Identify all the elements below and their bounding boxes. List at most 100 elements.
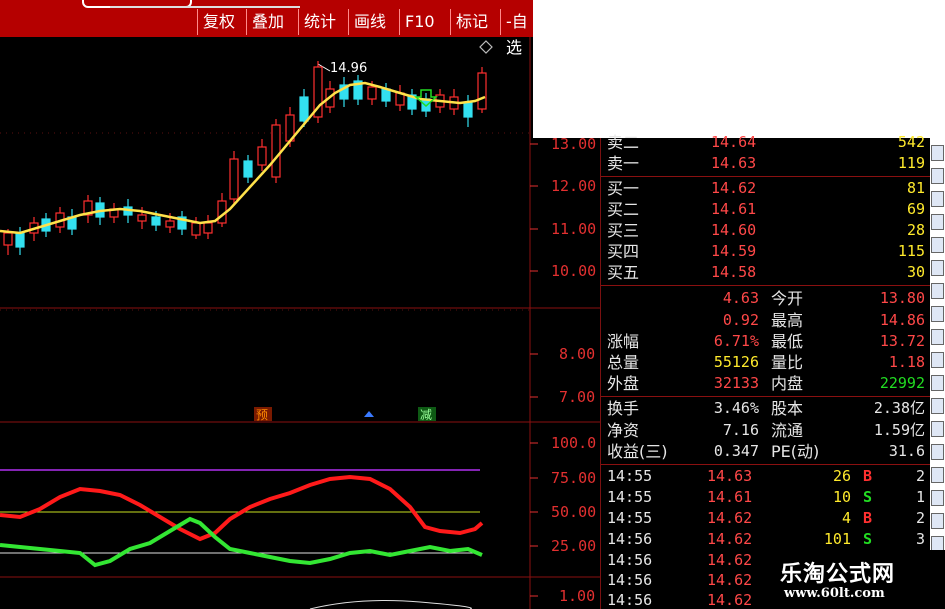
chart-area[interactable]: 14.96 13.00 12.00 11.00 10.00 8.00 7.00	[0, 37, 600, 609]
fundamental-label: 股本	[771, 399, 804, 418]
tick-price: 14.63	[707, 467, 753, 485]
f10-button[interactable]: F10	[399, 9, 440, 35]
watermark: 乐淘公式网 www.60lt.com	[766, 550, 945, 609]
ask-price: 14.64	[711, 133, 757, 151]
watermark-name: 乐淘公式网	[780, 561, 896, 587]
draw-line-button[interactable]: 画线	[348, 9, 391, 35]
tick-side: B	[863, 509, 873, 527]
diamond-icon[interactable]	[479, 40, 493, 54]
candle-body	[243, 160, 253, 178]
statistics-button[interactable]: 统计	[298, 9, 341, 35]
volume-tick: 7.00	[559, 388, 595, 406]
ask-label: 卖一	[607, 154, 640, 173]
tick-volume: 26	[832, 467, 851, 485]
tick-time: 14:56	[607, 571, 653, 589]
bid-price: 14.59	[711, 242, 757, 260]
tick-row[interactable]: 14:55 14.62 4 B 2	[601, 508, 931, 529]
stat-row: 4.63 今开 13.80	[601, 288, 931, 309]
overlay-button[interactable]: 叠加	[246, 9, 289, 35]
tool-icon[interactable]	[931, 191, 944, 207]
candle-body	[477, 72, 487, 110]
tool-icon[interactable]	[931, 168, 944, 184]
indicator-tick: 50.00	[551, 503, 596, 521]
stat-row: 0.92 最高 14.86	[601, 310, 931, 331]
tick-price: 14.62	[707, 509, 753, 527]
tick-volume: 101	[823, 530, 851, 548]
order-book-ask-row[interactable]: 卖一 14.63 119	[601, 153, 931, 174]
tick-count: 1	[915, 488, 925, 506]
fundamental-row: 净资 7.16 流通 1.59亿	[601, 420, 931, 441]
price-tick: 13.00	[551, 135, 596, 153]
stat-value: 4.63	[722, 289, 759, 307]
tool-icon[interactable]	[931, 421, 944, 437]
tick-price: 14.62	[707, 530, 753, 548]
adjust-rights-button[interactable]: 复权	[197, 9, 240, 35]
fundamental-value: 0.347	[713, 442, 759, 460]
tick-price: 14.62	[707, 591, 753, 609]
tick-side: S	[863, 530, 873, 548]
tool-icon[interactable]	[931, 214, 944, 230]
stat-label: 涨幅	[607, 332, 640, 351]
tool-icon[interactable]	[931, 513, 944, 529]
fundamental-label: 净资	[607, 421, 640, 440]
tool-icon[interactable]	[931, 398, 944, 414]
tool-icon[interactable]	[931, 237, 944, 253]
tick-count: 3	[915, 530, 925, 548]
tick-row[interactable]: 14:55 14.63 26 B 2	[601, 466, 931, 487]
tool-icon[interactable]	[931, 145, 944, 161]
tick-time: 14:56	[607, 551, 653, 569]
tick-row[interactable]: 14:55 14.61 10 S 1	[601, 487, 931, 508]
candle-body	[165, 220, 175, 228]
kline-chart-svg[interactable]: 14.96 13.00 12.00 11.00 10.00 8.00 7.00	[0, 37, 600, 609]
candle-body	[137, 214, 147, 222]
mark-button[interactable]: 标记	[450, 9, 493, 35]
tool-icon[interactable]	[931, 260, 944, 276]
price-tick: 11.00	[551, 220, 596, 238]
stat-value: 22992	[879, 374, 925, 392]
price-axis: 13.00 12.00 11.00 10.00	[551, 135, 596, 280]
fundamental-label: 收益(三)	[607, 442, 668, 461]
stock-title-underline	[110, 0, 300, 8]
tool-icon[interactable]	[931, 352, 944, 368]
candle-body	[229, 158, 239, 200]
sub-indicator-line	[309, 600, 472, 609]
bid-volume: 81	[906, 179, 925, 197]
bid-label: 买五	[607, 263, 640, 282]
candle-body	[15, 232, 25, 248]
stat-value: 55126	[713, 353, 759, 371]
order-book-ask-row[interactable]: 卖二 14.64 542	[601, 132, 931, 153]
order-book-bid-row[interactable]: 买一 14.62 81	[601, 178, 931, 199]
tool-icon[interactable]	[931, 329, 944, 345]
order-book-bid-row[interactable]: 买四 14.59 115	[601, 241, 931, 262]
tick-side: S	[863, 488, 873, 506]
order-book-bid-row[interactable]: 买五 14.58 30	[601, 262, 931, 283]
watchlist-button[interactable]: -自选	[500, 9, 533, 57]
tick-volume: 10	[832, 488, 851, 506]
stat-row: 外盘 32133 内盘 22992	[601, 373, 931, 394]
tool-icon[interactable]	[931, 375, 944, 391]
ask-volume: 542	[897, 133, 925, 151]
high-marker: 14.96	[317, 61, 367, 76]
tool-icon[interactable]	[931, 444, 944, 460]
tool-icon[interactable]	[931, 306, 944, 322]
candle-body	[271, 124, 281, 178]
indicator-tick: 100.0	[551, 434, 596, 452]
order-book-bid-row[interactable]: 买二 14.61 69	[601, 199, 931, 220]
tick-count: 2	[915, 467, 925, 485]
indicator-tick: 25.00	[551, 537, 596, 555]
reduce-marker: 减	[420, 408, 432, 422]
tool-icon[interactable]	[931, 490, 944, 506]
ask-price: 14.63	[711, 154, 757, 172]
order-book-bid-row[interactable]: 买三 14.60 28	[601, 220, 931, 241]
tick-price: 14.62	[707, 551, 753, 569]
ask-volume: 119	[897, 154, 925, 172]
side-toolbar[interactable]	[930, 138, 945, 609]
tool-icon[interactable]	[931, 467, 944, 483]
tool-icon[interactable]	[931, 283, 944, 299]
fundamental-row: 换手 3.46% 股本 2.38亿	[601, 398, 931, 419]
tick-row[interactable]: 14:56 14.62 101 S 3	[601, 529, 931, 550]
bid-volume: 115	[897, 242, 925, 260]
bid-label: 买三	[607, 221, 640, 240]
stat-value: 13.72	[879, 332, 925, 350]
high-price-label: 14.96	[330, 61, 367, 76]
